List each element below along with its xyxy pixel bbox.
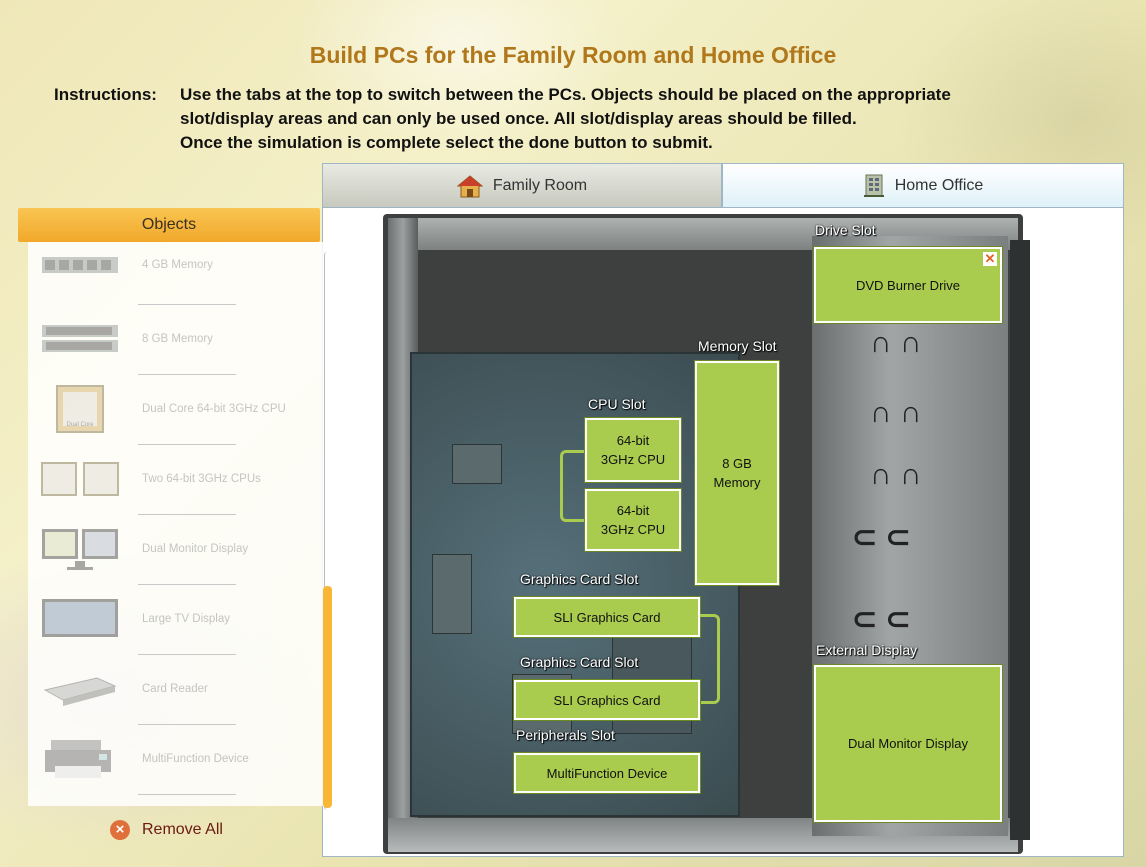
bay-clip: ∩ ∩ <box>870 458 922 491</box>
object-label: Two 64-bit 3GHz CPUs <box>142 473 261 485</box>
cpu-slot-2[interactable]: 64-bit 3GHz CPU <box>585 489 681 551</box>
tab-family-room-label: Family Room <box>492 176 588 194</box>
memory-slot[interactable]: 8 GB Memory <box>695 361 779 585</box>
printer-icon <box>40 736 120 782</box>
objects-scrollbar-thumb[interactable] <box>323 586 332 808</box>
case-right-side <box>1010 240 1030 840</box>
bay-clip: ⊂ ⊂ <box>852 603 911 636</box>
house-icon <box>456 174 483 198</box>
object-multifunction-device[interactable]: MultiFunction Device <box>28 724 314 794</box>
object-dual-monitor-display[interactable]: Dual Monitor Display <box>28 514 314 584</box>
mb-component <box>452 444 502 484</box>
graphics-card-slot-2[interactable]: SLI Graphics Card <box>514 680 700 720</box>
close-icon[interactable]: ✕ <box>983 252 997 266</box>
card-reader-icon <box>40 666 120 712</box>
memory-slot-label: Memory Slot <box>698 338 777 354</box>
cpu-slot-2-line2: 3GHz CPU <box>600 522 666 537</box>
dual-monitor-icon <box>40 526 120 572</box>
cpu-slot-label: CPU Slot <box>588 396 646 412</box>
memory-stick-icon <box>40 242 120 288</box>
objects-header: Objects <box>18 208 320 242</box>
tab-family-room[interactable]: Family Room <box>322 163 722 207</box>
tab-home-office-label: Home Office <box>894 176 984 194</box>
external-display-value: Dual Monitor Display <box>848 736 968 751</box>
cpu-icon: Dual Core <box>40 385 120 433</box>
divider <box>138 794 236 795</box>
graphics-card-slot-1-label: Graphics Card Slot <box>520 571 639 587</box>
object-label: Dual Core 64-bit 3GHz CPU <box>142 403 286 415</box>
object-dual-core-cpu[interactable]: Dual Core Dual Core 64-bit 3GHz CPU <box>28 374 314 444</box>
object-label: MultiFunction Device <box>142 753 249 765</box>
memory-stick-icon <box>40 316 120 362</box>
instructions-line-2: slot/display areas and can only be used … <box>180 109 857 128</box>
cpu-chip-label: Dual Core <box>66 422 94 428</box>
graphics-card-slot-1-value: SLI Graphics Card <box>553 609 661 625</box>
cpu-slot-1-line2: 3GHz CPU <box>600 452 666 467</box>
peripherals-slot-value: MultiFunction Device <box>546 765 668 781</box>
cpu-slot-1-line1: 64-bit <box>616 433 650 448</box>
dual-cpu-icon <box>40 456 120 502</box>
graphics-bracket <box>700 614 720 704</box>
bay-clip: ∩ ∩ <box>870 396 922 429</box>
object-label: 4 GB Memory <box>142 259 213 271</box>
bay-clip: ⊂ ⊂ <box>852 521 911 554</box>
object-label: Dual Monitor Display <box>142 543 249 555</box>
remove-icon: × <box>110 820 130 840</box>
object-label: Card Reader <box>142 683 208 695</box>
cpu-bracket <box>560 450 586 522</box>
cpu-slot-2-line1: 64-bit <box>616 503 650 518</box>
external-display-slot[interactable]: Dual Monitor Display <box>814 665 1002 822</box>
objects-list: 4 GB Memory 8 GB Memory Dual Core Dual C… <box>28 242 324 806</box>
drive-slot-label: Drive Slot <box>815 222 876 238</box>
office-building-icon <box>863 174 885 198</box>
object-two-cpus[interactable]: Two 64-bit 3GHz CPUs <box>28 444 314 514</box>
graphics-card-slot-2-label: Graphics Card Slot <box>520 654 639 670</box>
mb-component <box>432 554 472 634</box>
object-label: Large TV Display <box>142 613 230 625</box>
instructions: Instructions: Use the tabs at the top to … <box>54 83 1124 155</box>
peripherals-slot-label: Peripherals Slot <box>516 727 615 743</box>
object-8gb-memory[interactable]: 8 GB Memory <box>28 304 314 374</box>
tab-home-office[interactable]: Home Office <box>722 163 1124 207</box>
external-display-label: External Display <box>816 642 918 658</box>
object-label: 8 GB Memory <box>142 333 213 345</box>
remove-all-label: Remove All <box>142 821 223 838</box>
remove-all-button[interactable]: × Remove All <box>110 818 223 842</box>
object-4gb-memory[interactable]: 4 GB Memory <box>28 242 314 300</box>
bay-clip: ∩ ∩ <box>870 326 922 359</box>
page-title: Build PCs for the Family Room and Home O… <box>309 42 837 68</box>
peripherals-slot[interactable]: MultiFunction Device <box>514 753 700 793</box>
cpu-slot-1[interactable]: 64-bit 3GHz CPU <box>585 418 681 482</box>
drive-slot-value: DVD Burner Drive <box>855 277 961 293</box>
instructions-label: Instructions: <box>54 85 157 104</box>
memory-slot-value-line2: Memory <box>713 475 761 490</box>
drive-slot[interactable]: DVD Burner Drive <box>814 247 1002 323</box>
objects-panel: Objects 4 GB Memory 8 GB Memory Dual Cor… <box>18 208 332 858</box>
memory-slot-value-line1: 8 GB <box>722 456 752 471</box>
object-large-tv-display[interactable]: Large TV Display <box>28 584 314 654</box>
graphics-card-slot-1[interactable]: SLI Graphics Card <box>514 597 700 637</box>
graphics-card-slot-2-value: SLI Graphics Card <box>553 692 661 708</box>
instructions-line-1: Use the tabs at the top to switch betwee… <box>180 85 951 104</box>
tv-icon <box>40 596 120 642</box>
object-card-reader[interactable]: Card Reader <box>28 654 314 724</box>
instructions-line-3: Once the simulation is complete select t… <box>180 133 713 152</box>
